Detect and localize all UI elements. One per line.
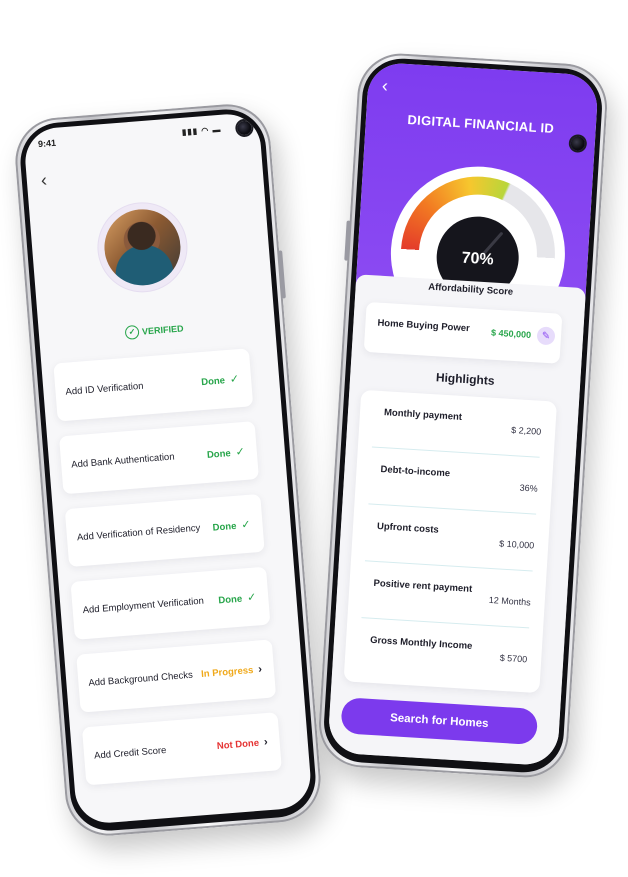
check-icon: ✓	[246, 591, 257, 605]
task-item-residency-verification[interactable]: Add Verification of Residency Done ✓	[64, 493, 265, 568]
home-buying-power-label: Home Buying Power	[377, 317, 471, 335]
back-arrow-icon[interactable]: ‹	[381, 75, 388, 95]
check-icon: ✓	[229, 373, 240, 386]
signal-wifi-battery-icon: ▮▮▮ ◠ ▬	[181, 124, 222, 137]
highlight-label: Positive rent payment	[373, 577, 473, 595]
left-phone-bezel: 9:41 ▮▮▮ ◠ ▬ ‹ ✓ VERIFIED Add ID Verific…	[17, 106, 319, 834]
highlight-value: $ 2,200	[510, 424, 542, 437]
front-camera	[236, 120, 252, 136]
right-phone-frame: ‹ DIGITAL FINANCIAL ID 70% Affordability…	[316, 51, 610, 780]
highlight-label: Upfront costs	[376, 520, 440, 536]
verified-badge: ✓ VERIFIED	[118, 318, 190, 343]
financial-id-screen: ‹ DIGITAL FINANCIAL ID 70% Affordability…	[327, 61, 599, 767]
task-status-in-progress: In Progress ›	[200, 663, 263, 681]
task-label: Add Bank Authentication	[70, 451, 175, 471]
status-time: 9:41	[37, 137, 57, 150]
highlight-label: Debt-to-income	[380, 464, 451, 480]
avatar	[101, 206, 184, 289]
task-label: Add Background Checks	[88, 669, 194, 689]
highlight-label: Gross Monthly Income	[369, 634, 473, 652]
check-icon: ✓	[240, 518, 252, 532]
highlights-card: Monthly payment $ 2,200 Debt-to-income 3…	[343, 389, 558, 694]
task-status-done: Done ✓	[206, 445, 246, 461]
verified-label: VERIFIED	[141, 323, 184, 337]
highlight-row: Upfront costs $ 10,000	[364, 504, 537, 572]
highlight-row: Monthly payment $ 2,200	[371, 390, 544, 458]
home-buying-power-value: $ 450,000	[490, 327, 532, 340]
task-status-done: Done ✓	[218, 591, 257, 607]
task-item-credit-score[interactable]: Add Credit Score Not Done ›	[81, 712, 282, 786]
verified-check-icon: ✓	[124, 324, 140, 340]
right-phone-bezel: ‹ DIGITAL FINANCIAL ID 70% Affordability…	[321, 56, 605, 775]
task-status-done: Done ✓	[212, 518, 252, 534]
highlight-value: 12 Months	[488, 594, 532, 608]
task-status-done: Done ✓	[200, 373, 240, 389]
task-label: Add ID Verification	[65, 380, 144, 398]
task-item-employment-verification[interactable]: Add Employment Verification Done ✓	[70, 566, 271, 640]
left-phone-side-button	[278, 250, 286, 299]
task-item-background-checks[interactable]: Add Background Checks In Progress ›	[76, 639, 277, 713]
task-status-not-done: Not Done ›	[216, 736, 269, 752]
highlight-row: Gross Monthly Income $ 5700	[358, 618, 529, 684]
highlight-value: $ 10,000	[498, 538, 535, 551]
verification-task-list: Add ID Verification Done ✓ Add Bank Authe…	[53, 348, 283, 800]
highlight-row: Debt-to-income 36%	[368, 447, 540, 515]
right-phone-side-button	[344, 220, 351, 261]
highlight-value: $ 5700	[499, 652, 528, 665]
back-arrow-icon[interactable]: ‹	[40, 170, 48, 190]
highlight-row: Positive rent payment 12 Months	[361, 561, 533, 629]
chevron-right-icon: ›	[257, 663, 263, 676]
check-icon: ✓	[235, 445, 246, 459]
task-label: Add Employment Verification	[82, 595, 205, 617]
task-label: Add Credit Score	[93, 745, 167, 762]
verification-screen: 9:41 ▮▮▮ ◠ ▬ ‹ ✓ VERIFIED Add ID Verific…	[22, 111, 313, 826]
task-item-bank-authentication[interactable]: Add Bank Authentication Done ✓	[59, 421, 259, 495]
left-phone-frame: 9:41 ▮▮▮ ◠ ▬ ‹ ✓ VERIFIED Add ID Verific…	[12, 101, 324, 839]
chevron-right-icon: ›	[263, 736, 269, 749]
highlight-label: Monthly payment	[383, 407, 463, 423]
status-bar: 9:41 ▮▮▮ ◠ ▬	[38, 123, 246, 153]
task-item-id-verification[interactable]: Add ID Verification Done ✓	[53, 348, 254, 422]
affordability-gauge: 70%	[385, 161, 571, 346]
highlight-value: 36%	[519, 482, 538, 494]
edit-pencil-icon[interactable]: ✎	[536, 326, 556, 346]
task-label: Add Verification of Residency	[76, 522, 201, 544]
